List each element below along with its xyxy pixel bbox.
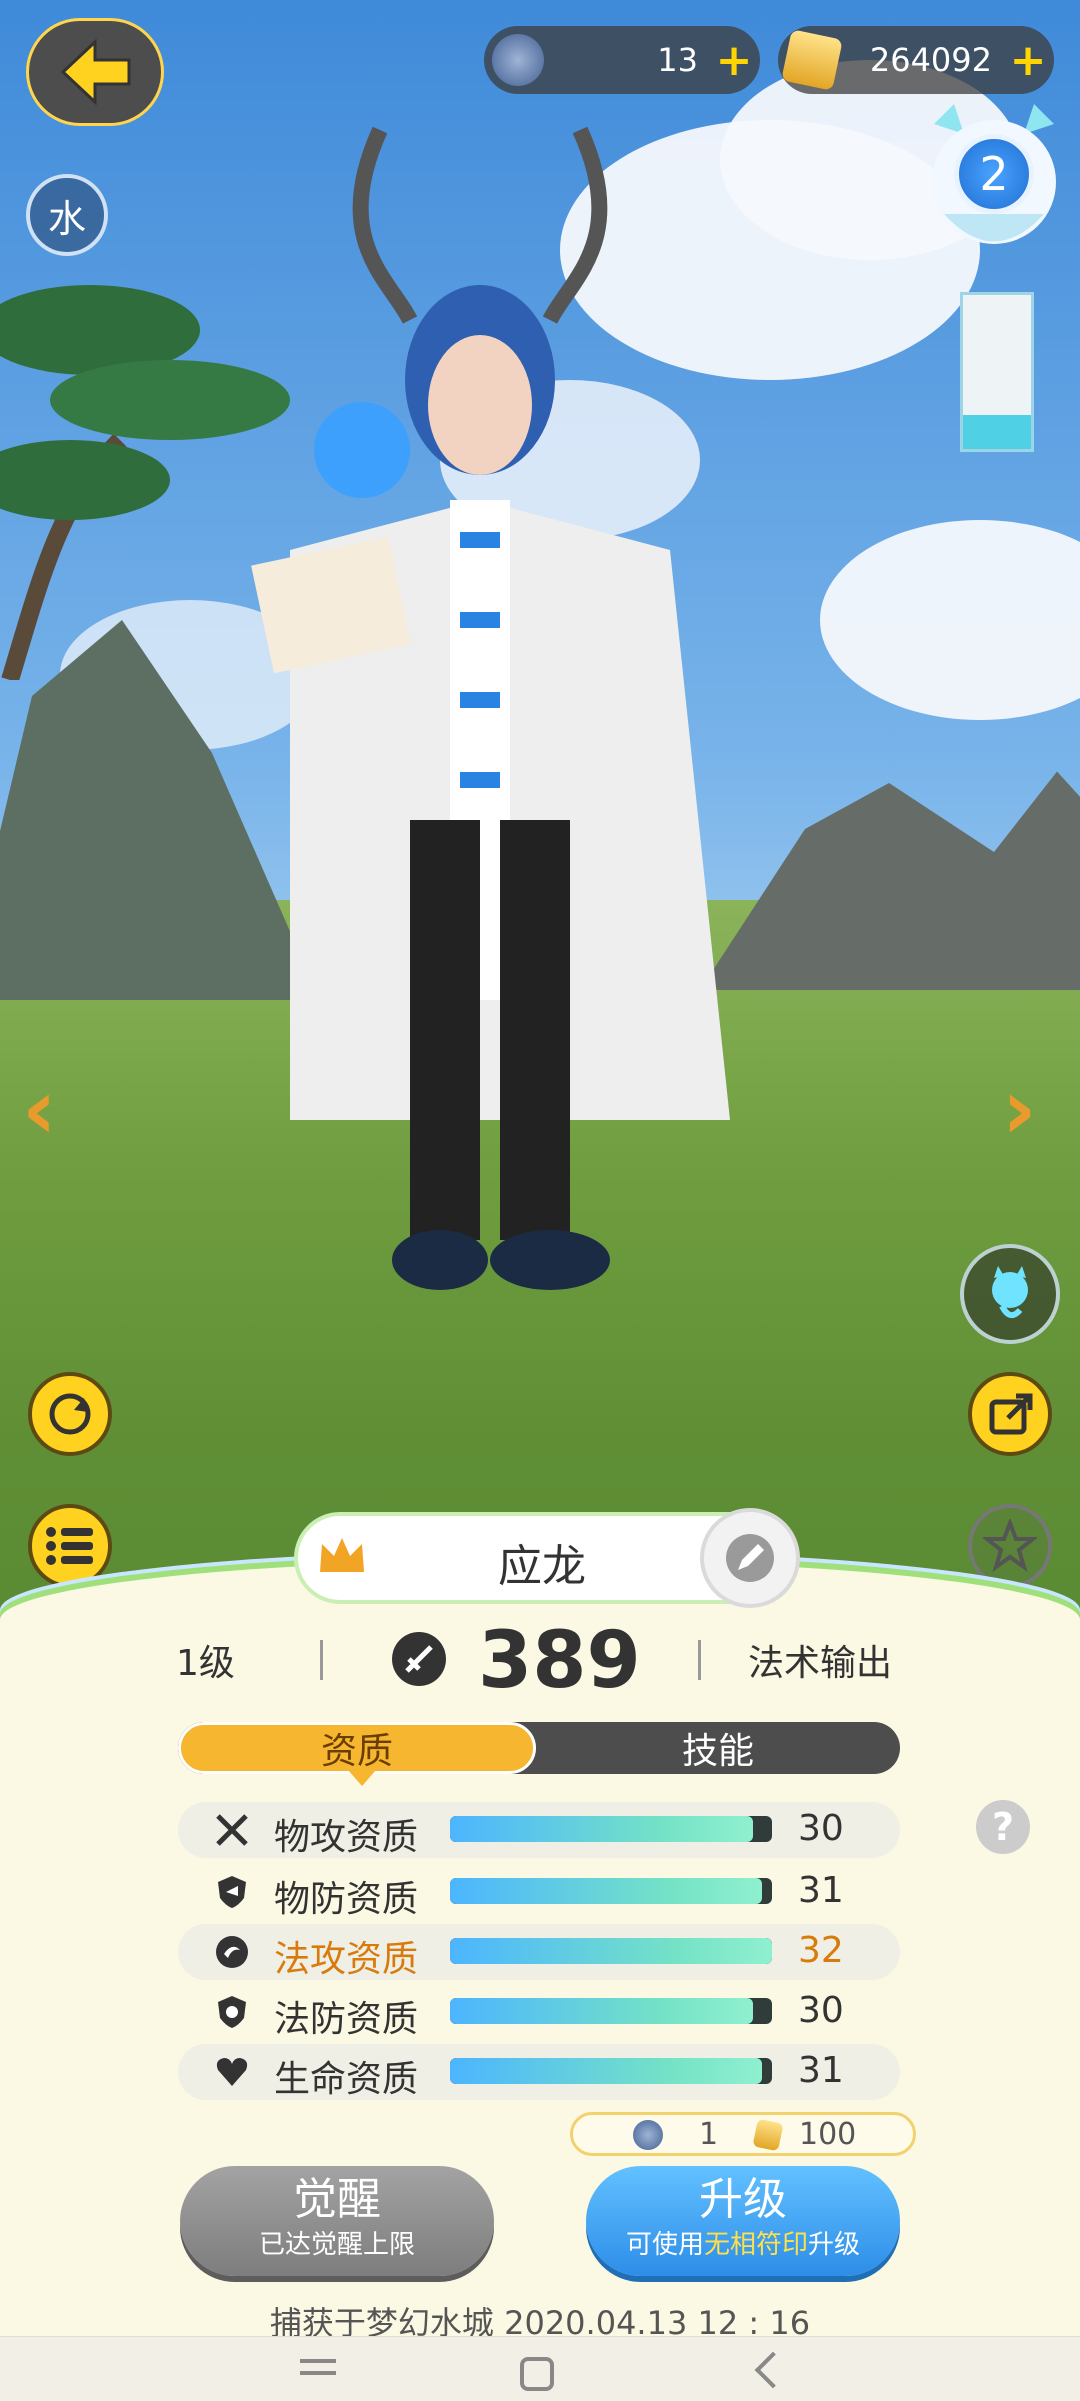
- shield-icon: [218, 1876, 246, 1908]
- attribute-fill: [450, 1998, 753, 2024]
- attribute-fill: [450, 1938, 772, 1964]
- crystal-currency: 264092 +: [778, 26, 1054, 94]
- attribute-value: 32: [798, 1930, 844, 1971]
- menu-nav-icon[interactable]: [300, 2359, 336, 2363]
- attribute-name: 生命资质: [274, 2059, 419, 2100]
- share-icon: [989, 1393, 1033, 1435]
- divider: [698, 1640, 701, 1680]
- ticket-currency: 13 +: [484, 26, 760, 94]
- menu-list-button[interactable]: [28, 1504, 112, 1588]
- pencil-icon: [726, 1534, 774, 1582]
- tab-skills[interactable]: 技能: [536, 1722, 900, 1774]
- crystal-icon: [752, 2118, 784, 2152]
- tab-caret: [348, 1770, 376, 1786]
- attribute-fill: [450, 1816, 753, 1842]
- system-navigation-bar: [0, 2336, 1080, 2401]
- upgrade-sublabel: 可使用无相符印升级: [625, 2230, 861, 2260]
- arrow-left-icon: [60, 38, 131, 106]
- pet-level: 1级: [176, 1643, 235, 1684]
- attribute-row-magic-attack: 法攻资质 32: [178, 1924, 900, 1980]
- share-button[interactable]: [968, 1372, 1052, 1456]
- awaken-button[interactable]: 觉醒 已达觉醒上限: [180, 2166, 494, 2276]
- back-button[interactable]: [26, 18, 164, 126]
- attribute-name: 法攻资质: [274, 1939, 419, 1980]
- upgrade-cost: 1 100: [570, 2112, 916, 2156]
- attribute-row-physical-attack: 物攻资质 30: [178, 1802, 900, 1858]
- element-badge-water[interactable]: 水: [26, 174, 108, 256]
- attribute-name: 物攻资质: [274, 1817, 419, 1858]
- attribute-value: 31: [798, 2050, 844, 2091]
- crossed-swords-icon: [216, 1814, 248, 1846]
- attribute-bar: [450, 1878, 772, 1904]
- combat-power: 389: [478, 1616, 641, 1706]
- pet-avatar-icon: [492, 34, 544, 86]
- attribute-value: 30: [798, 1808, 844, 1849]
- heart-icon: [216, 2058, 248, 2086]
- home-nav-icon[interactable]: [520, 2357, 554, 2391]
- previous-pet-arrow[interactable]: ‹: [22, 1060, 57, 1158]
- attribute-name: 物防资质: [274, 1879, 419, 1920]
- tab-aptitude[interactable]: 资质: [178, 1722, 536, 1774]
- help-button[interactable]: ?: [976, 1800, 1030, 1854]
- attribute-fill: [450, 1878, 763, 1904]
- rotate-icon: [49, 1393, 91, 1435]
- upgrade-button[interactable]: 升级 可使用无相符印升级: [586, 2166, 900, 2276]
- charm-tag: [960, 292, 1034, 452]
- pet-summary-row: 1级 389 法术输出: [0, 1616, 1080, 1706]
- pet-character-model: [251, 126, 730, 1290]
- crystal-icon: [781, 29, 843, 91]
- attribute-bar: [450, 1938, 772, 1964]
- next-pet-arrow[interactable]: ›: [1002, 1060, 1037, 1158]
- favorite-button[interactable]: [968, 1504, 1052, 1588]
- attribute-value: 30: [798, 1990, 844, 2031]
- attribute-bar: [450, 1816, 772, 1842]
- attribute-value: 31: [798, 1870, 844, 1911]
- ticket-count: 13: [657, 41, 698, 79]
- rename-button[interactable]: [700, 1508, 800, 1608]
- magic-shield-icon: [218, 1996, 246, 2028]
- cat-spirit-icon: [992, 1266, 1028, 1319]
- attribute-fill: [450, 2058, 763, 2084]
- lantern-level: 2: [954, 134, 1034, 214]
- combat-power-icon: [392, 1632, 446, 1686]
- awaken-label: 觉醒: [293, 2174, 381, 2225]
- rotate-view-button[interactable]: [28, 1372, 112, 1456]
- magic-orb-icon: [216, 1936, 248, 1968]
- add-tickets-button[interactable]: +: [708, 35, 760, 86]
- pet-form-button[interactable]: [960, 1244, 1060, 1344]
- cost-crystals: 100: [799, 2117, 857, 2152]
- list-icon: [46, 1527, 93, 1565]
- pet-avatar-icon: [633, 2120, 663, 2150]
- awaken-sublabel: 已达觉醒上限: [258, 2230, 415, 2260]
- pet-role: 法术输出: [748, 1643, 893, 1684]
- attribute-row-physical-defense: 物防资质 31: [178, 1864, 900, 1920]
- pet-name-plate: 应龙: [294, 1508, 800, 1608]
- divider: [320, 1640, 323, 1680]
- attribute-row-health: 生命资质 31: [178, 2044, 900, 2100]
- detail-tabs: 资质 技能: [178, 1722, 900, 1774]
- attribute-bar: [450, 2058, 772, 2084]
- back-nav-icon[interactable]: [754, 2351, 792, 2389]
- cost-tickets: 1: [699, 2117, 719, 2152]
- lantern-level-button[interactable]: 2: [924, 94, 1064, 274]
- crystal-count: 264092: [869, 41, 992, 79]
- attribute-row-magic-defense: 法防资质 30: [178, 1984, 900, 2040]
- attribute-name: 法防资质: [274, 1999, 419, 2040]
- attribute-bar: [450, 1998, 772, 2024]
- star-icon: [983, 1519, 1037, 1572]
- add-crystals-button[interactable]: +: [1002, 35, 1054, 86]
- upgrade-label: 升级: [699, 2174, 787, 2225]
